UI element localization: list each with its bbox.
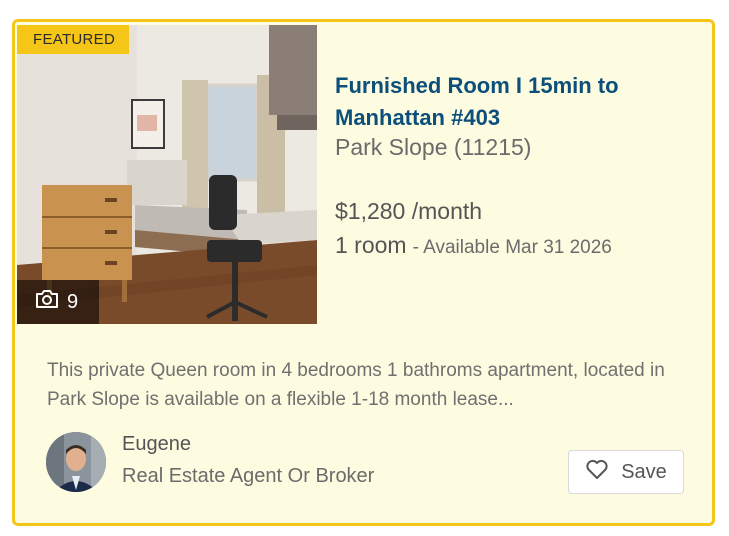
listing-title[interactable]: Furnished Room I 15min to Manhattan #403 (335, 70, 695, 134)
listing-description: This private Queen room in 4 bedrooms 1 … (47, 360, 665, 410)
rooms-availability: 1 room - Available Mar 31 2026 (335, 232, 612, 259)
listing-neighborhood: Park Slope (11215) (335, 134, 532, 160)
photo-count-number: 9 (67, 290, 79, 313)
save-button[interactable]: Save (568, 450, 684, 494)
listing-card[interactable]: FEATURED 9 Furnished Room I 15min to Man… (12, 19, 715, 526)
agent-role: Real Estate Agent Or Broker (122, 465, 375, 487)
availability-date: - Available Mar 31 2026 (412, 237, 612, 258)
agent-avatar[interactable] (46, 432, 106, 492)
camera-icon (35, 289, 59, 315)
listing-photo[interactable]: FEATURED 9 (17, 25, 317, 324)
save-label: Save (621, 460, 667, 483)
heart-icon (585, 458, 609, 486)
listing-price: $1,280 /month (335, 198, 483, 224)
featured-badge: FEATURED (17, 25, 130, 54)
room-count: 1 room (335, 232, 407, 258)
agent-name: Eugene (122, 433, 191, 455)
photo-count[interactable]: 9 (17, 280, 99, 324)
